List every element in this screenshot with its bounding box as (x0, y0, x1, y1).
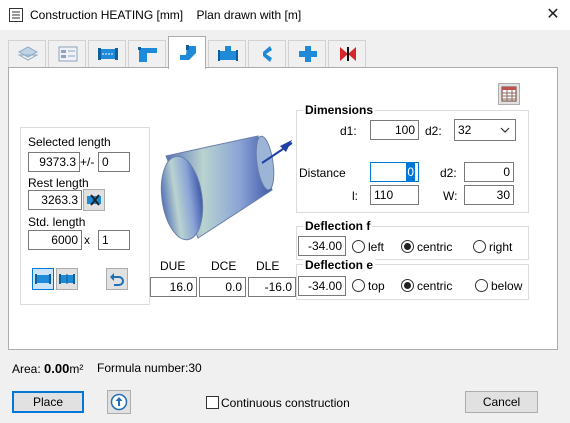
reducer-illustration (160, 135, 293, 241)
chevron-down-icon (500, 127, 510, 133)
d2b-field[interactable]: 0 (464, 162, 514, 182)
duct-mode-button-1[interactable] (32, 268, 54, 290)
area-status: Area: 0.00m² (12, 361, 83, 376)
dle-field[interactable]: -16.0 (248, 277, 296, 297)
cancel-button[interactable]: Cancel (465, 391, 538, 413)
info-button[interactable] (107, 390, 131, 414)
area-unit: m² (69, 362, 84, 376)
d1-field[interactable]: 100 (370, 120, 419, 140)
remove-rest-button[interactable] (83, 189, 105, 211)
w-label: W: (443, 189, 458, 203)
layer-icon (18, 46, 38, 61)
dce-label: DCE (211, 259, 237, 273)
plusminus-label: +/- (80, 155, 95, 169)
straight-duct-icon (35, 274, 51, 284)
deflection-e-centric-radio[interactable] (401, 279, 414, 292)
dce-field[interactable]: 0.0 (199, 277, 246, 297)
continuous-construction-label: Continuous construction (221, 396, 350, 410)
deflection-f-header: Deflection f (303, 219, 373, 233)
rest-length-label: Rest length (28, 176, 89, 190)
deflection-e-field[interactable]: -34.00 (298, 276, 346, 296)
damper-icon (340, 47, 356, 61)
due-field[interactable]: 16.0 (150, 277, 197, 297)
window-title-text: Construction HEATING [mm] (30, 8, 184, 22)
place-button[interactable]: Place (12, 391, 84, 413)
window-title: Construction HEATING [mm] Plan drawn wit… (30, 8, 301, 22)
close-button[interactable]: ✕ (540, 3, 566, 27)
deflection-e-top-radio[interactable] (352, 279, 365, 292)
count-field[interactable]: 1 (98, 230, 130, 250)
deflection-f-field[interactable]: -34.00 (298, 236, 346, 256)
tab-offset-bend[interactable] (168, 36, 206, 69)
table-icon (501, 86, 517, 102)
tab-bend[interactable] (128, 40, 166, 67)
plan-info-text: Plan drawn with [m] (196, 8, 302, 22)
offset-bend-icon (180, 45, 196, 60)
d2-select-value: 32 (458, 123, 472, 137)
table-view-button[interactable] (498, 83, 520, 105)
w-field[interactable]: 30 (464, 185, 514, 205)
formula-number: Formula number:30 (97, 361, 202, 375)
tab-properties[interactable] (48, 40, 86, 67)
selected-length-field[interactable]: 9373.3 (28, 152, 80, 172)
properties-icon (58, 46, 78, 62)
undo-icon (110, 273, 124, 286)
duct-remove-icon (87, 194, 101, 206)
tee-icon (218, 46, 238, 61)
std-length-label: Std. length (28, 215, 86, 229)
close-icon: ✕ (546, 6, 560, 23)
distance-field[interactable]: 0 (370, 162, 419, 182)
due-label: DUE (160, 259, 186, 273)
tab-layer[interactable] (8, 40, 46, 67)
tab-tee[interactable] (208, 40, 246, 67)
undo-button[interactable] (106, 268, 128, 290)
tab-transition[interactable] (248, 40, 286, 67)
d2-label: d2: (425, 124, 442, 138)
selected-length-label: Selected length (28, 135, 111, 149)
deflection-e-below-label: below (491, 279, 523, 293)
d1-label: d1: (340, 124, 357, 138)
duct-mode-button-2[interactable] (56, 268, 78, 290)
deflection-e-centric-label: centric (417, 279, 453, 293)
straight-duct-icon (98, 48, 118, 60)
straight-duct-icon (59, 274, 75, 284)
transition-icon (263, 46, 272, 62)
dle-label: DLE (256, 259, 280, 273)
deflection-e-top-label: top (368, 279, 385, 293)
deflection-e-below-radio[interactable] (475, 279, 488, 292)
deflection-f-centric-label: centric (417, 240, 453, 254)
deflection-f-left-label: left (368, 240, 385, 254)
up-arrow-circle-icon (110, 393, 128, 411)
cross-icon (299, 46, 317, 62)
d2-select[interactable]: 32 (454, 119, 516, 141)
area-value: 0.00 (44, 361, 70, 376)
bend-icon (138, 47, 157, 62)
d2b-label: d2: (440, 166, 457, 180)
tab-damper[interactable] (328, 40, 366, 67)
deflection-f-right-label: right (489, 240, 513, 254)
rest-length-field[interactable]: 3263.3 (28, 190, 82, 210)
l-field[interactable]: 110 (370, 185, 419, 205)
area-label: Area: (12, 362, 41, 376)
deflection-f-left-radio[interactable] (352, 240, 365, 253)
continuous-construction-checkbox[interactable] (206, 396, 219, 409)
distance-field-value: 0 (406, 163, 415, 181)
deflection-f-right-radio[interactable] (473, 240, 486, 253)
deflection-e-header: Deflection e (303, 258, 376, 272)
tab-cross[interactable] (288, 40, 326, 67)
tab-straight-duct[interactable] (88, 40, 126, 67)
deflection-f-centric-radio[interactable] (401, 240, 414, 253)
distance-label: Distance (299, 166, 346, 180)
app-icon (9, 8, 23, 22)
std-length-field[interactable]: 6000 (28, 230, 82, 250)
tab-strip (8, 36, 558, 69)
tolerance-field[interactable]: 0 (98, 152, 130, 172)
dimensions-header: Dimensions (303, 103, 376, 117)
l-label: l: (352, 189, 358, 203)
times-label: x (84, 233, 90, 247)
